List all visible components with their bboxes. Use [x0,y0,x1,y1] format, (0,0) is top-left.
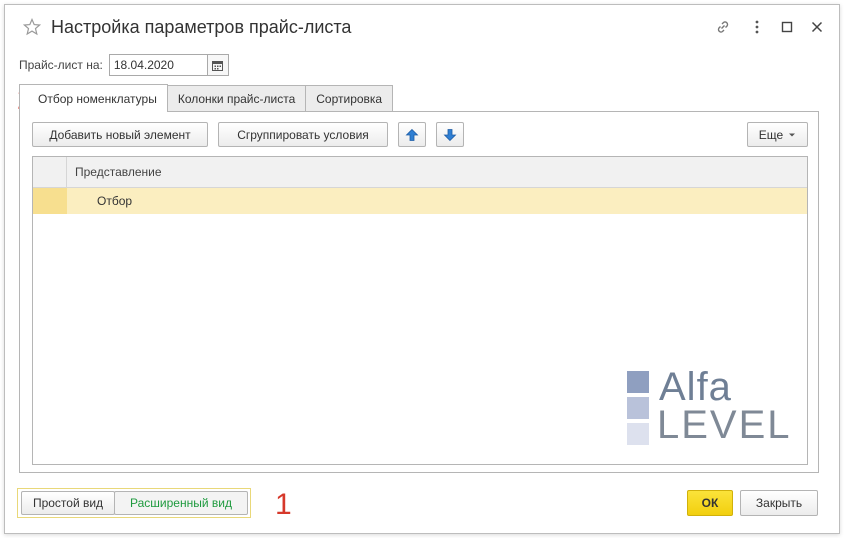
table-row[interactable]: Отбор [33,188,807,214]
more-icon[interactable] [747,17,767,37]
move-up-button[interactable] [398,122,426,147]
arrow-down-icon [443,128,457,141]
group-conditions-button[interactable]: Сгруппировать условия [218,122,388,147]
close-icon[interactable] [807,17,827,37]
advanced-view-button[interactable]: Расширенный вид [114,491,248,515]
arrow-up-icon [405,128,419,141]
settings-window: Настройка параметров прайс-листа Прайс-л… [4,4,840,534]
window-title: Настройка параметров прайс-листа [51,17,352,37]
more-button-label: Еще [758,127,784,142]
date-input[interactable] [108,54,207,76]
tab-sorting-label: Сортировка [316,91,383,106]
tab-sorting[interactable]: Сортировка [305,85,394,111]
tab-bar: Отбор номенклатуры Колонки прайс-листа С… [19,84,394,112]
logo-text-level: LEVEL [657,403,792,447]
annotation-1: 1 [275,488,292,521]
ok-button[interactable]: ОК [687,490,733,516]
close-button[interactable]: Закрыть [740,490,818,516]
title-bar: Настройка параметров прайс-листа [5,5,839,49]
simple-view-button[interactable]: Простой вид [21,491,115,515]
tab-filter[interactable]: Отбор номенклатуры [19,84,168,112]
chevron-down-icon [789,133,796,136]
logo-square-3 [627,423,649,445]
date-label: Прайс-лист на: [19,58,103,72]
add-element-button[interactable]: Добавить новый элемент [32,122,208,147]
calendar-icon[interactable] [206,54,229,76]
view-mode-group: Простой вид Расширенный вид [17,488,251,518]
tab-columns-label: Колонки прайс-листа [177,91,296,106]
column-header-representation[interactable]: Представление [75,165,162,179]
star-icon[interactable] [23,18,41,36]
logo-square-2 [627,397,649,419]
logo-square-1 [627,371,649,393]
footer: Простой вид Расширенный вид 1 ОК Закрыть [17,488,839,520]
date-row: Прайс-лист на: [19,53,229,77]
grid-marker-column [33,157,67,187]
row-marker [33,188,67,214]
move-down-button[interactable] [436,122,464,147]
table-cell: Отбор [97,194,133,208]
toolbar: Добавить новый элемент Сгруппировать усл… [32,122,808,148]
maximize-icon[interactable] [777,17,797,37]
link-icon[interactable] [713,17,733,37]
alfa-level-logo: Alfa LEVEL [627,365,807,451]
tab-filter-label: Отбор номенклатуры [38,91,157,106]
tab-columns[interactable]: Колонки прайс-листа [166,85,307,111]
grid-header: Представление [33,157,807,188]
more-button[interactable]: Еще [747,122,808,147]
